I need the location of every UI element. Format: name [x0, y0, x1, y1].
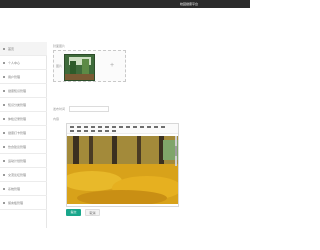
- editor-toolbar: [67, 124, 178, 134]
- clear-format-icon[interactable]: [112, 130, 116, 132]
- sidebar-item-checkin[interactable]: 健康打卡管理: [0, 126, 47, 140]
- bold-icon[interactable]: [70, 126, 74, 128]
- sidebar-item-system[interactable]: 系统管理: [0, 182, 47, 196]
- list-ordered-icon[interactable]: [119, 126, 123, 128]
- link-icon[interactable]: [91, 130, 95, 132]
- main-frame: 首页 个人中心 用户管理 健康知识管理 知识分类管理 体检记录管理 健康打卡管理: [0, 42, 250, 228]
- submit-button[interactable]: 提交: [66, 209, 81, 216]
- align-center-icon[interactable]: [77, 130, 81, 132]
- sidebar-item-label: 饮食建议管理: [8, 145, 27, 149]
- gear-icon: [3, 187, 5, 190]
- message-icon: [3, 201, 5, 204]
- sidebar-item-label: 健康打卡管理: [8, 131, 27, 135]
- sidebar-item-knowledge[interactable]: 健康知识管理: [0, 84, 47, 98]
- image-prefix-label: 图片: [56, 64, 63, 68]
- top-bar: 校园健康平台: [0, 0, 250, 8]
- cancel-button[interactable]: 取消: [85, 209, 100, 216]
- video-icon[interactable]: [105, 130, 109, 132]
- sidebar-item-forum[interactable]: 交流论坛管理: [0, 168, 47, 182]
- align-left-icon[interactable]: [70, 130, 74, 132]
- content-field-label: 内容: [53, 117, 60, 121]
- editor-scrollbar-thumb[interactable]: [175, 146, 177, 156]
- list-bullet-icon[interactable]: [126, 126, 130, 128]
- sidebar-item-profile[interactable]: 个人中心: [0, 56, 47, 70]
- quote-icon[interactable]: [98, 126, 102, 128]
- toolbar-row: [70, 130, 116, 132]
- indent-icon[interactable]: [133, 126, 137, 128]
- image-icon[interactable]: [98, 130, 102, 132]
- sidebar-item-label: 首页: [8, 47, 15, 51]
- sidebar-item-exercise[interactable]: 运动计划管理: [0, 154, 47, 168]
- sidebar-item-label: 运动计划管理: [8, 159, 27, 163]
- uploaded-image-thumbnail[interactable]: [64, 54, 95, 81]
- sidebar: 首页 个人中心 用户管理 健康知识管理 知识分类管理 体检记录管理 健康打卡管理: [0, 42, 47, 228]
- sidebar-item-label: 个人中心: [8, 61, 21, 65]
- code-icon[interactable]: [105, 126, 109, 128]
- sidebar-item-label: 用户管理: [8, 75, 21, 79]
- font-color-icon[interactable]: [154, 126, 158, 128]
- sidebar-item-label: 体检记录管理: [8, 117, 27, 121]
- underline-icon[interactable]: [84, 126, 88, 128]
- italic-icon[interactable]: [77, 126, 81, 128]
- font-size-icon[interactable]: [147, 126, 151, 128]
- editor-content-image[interactable]: [67, 136, 178, 204]
- form-content: 封面图片 图片 + 发布时间 内容 提交 取消: [53, 42, 243, 228]
- clipboard-icon: [3, 117, 5, 120]
- toolbar-row: [70, 126, 165, 128]
- book-icon: [3, 89, 5, 92]
- thumbnail-ground: [65, 74, 94, 80]
- sidebar-item-messages[interactable]: 留言板管理: [0, 196, 47, 210]
- chat-icon: [3, 173, 5, 176]
- sidebar-item-category[interactable]: 知识分类管理: [0, 98, 47, 112]
- ginkgo-forest-photo: [67, 136, 178, 204]
- sidebar-item-label: 知识分类管理: [8, 103, 27, 107]
- user-icon: [3, 61, 5, 64]
- sidebar-item-label: 系统管理: [8, 187, 21, 191]
- outdent-icon[interactable]: [140, 126, 144, 128]
- sidebar-item-home[interactable]: 首页: [0, 42, 47, 56]
- sidebar-item-diet[interactable]: 饮食建议管理: [0, 140, 47, 154]
- tag-icon: [3, 103, 5, 106]
- home-icon: [3, 47, 5, 50]
- food-icon: [3, 145, 5, 148]
- sidebar-item-label: 健康知识管理: [8, 89, 27, 93]
- background-color-icon[interactable]: [161, 126, 165, 128]
- sidebar-item-label: 交流论坛管理: [8, 173, 27, 177]
- heading-icon[interactable]: [112, 126, 116, 128]
- check-icon: [3, 131, 5, 134]
- add-image-icon[interactable]: +: [110, 62, 114, 69]
- strikethrough-icon[interactable]: [91, 126, 95, 128]
- title-input[interactable]: [69, 106, 109, 112]
- users-icon: [3, 75, 5, 78]
- rich-text-editor[interactable]: [66, 123, 179, 207]
- image-upload[interactable]: 图片 +: [53, 50, 126, 82]
- app-title: 校园健康平台: [180, 2, 199, 6]
- run-icon: [3, 159, 5, 162]
- sidebar-item-checkup[interactable]: 体检记录管理: [0, 112, 47, 126]
- title-field-label: 发布时间: [53, 107, 66, 111]
- sidebar-item-users[interactable]: 用户管理: [0, 70, 47, 84]
- align-right-icon[interactable]: [84, 130, 88, 132]
- image-field-label: 封面图片: [53, 44, 66, 48]
- sidebar-item-label: 留言板管理: [8, 201, 24, 205]
